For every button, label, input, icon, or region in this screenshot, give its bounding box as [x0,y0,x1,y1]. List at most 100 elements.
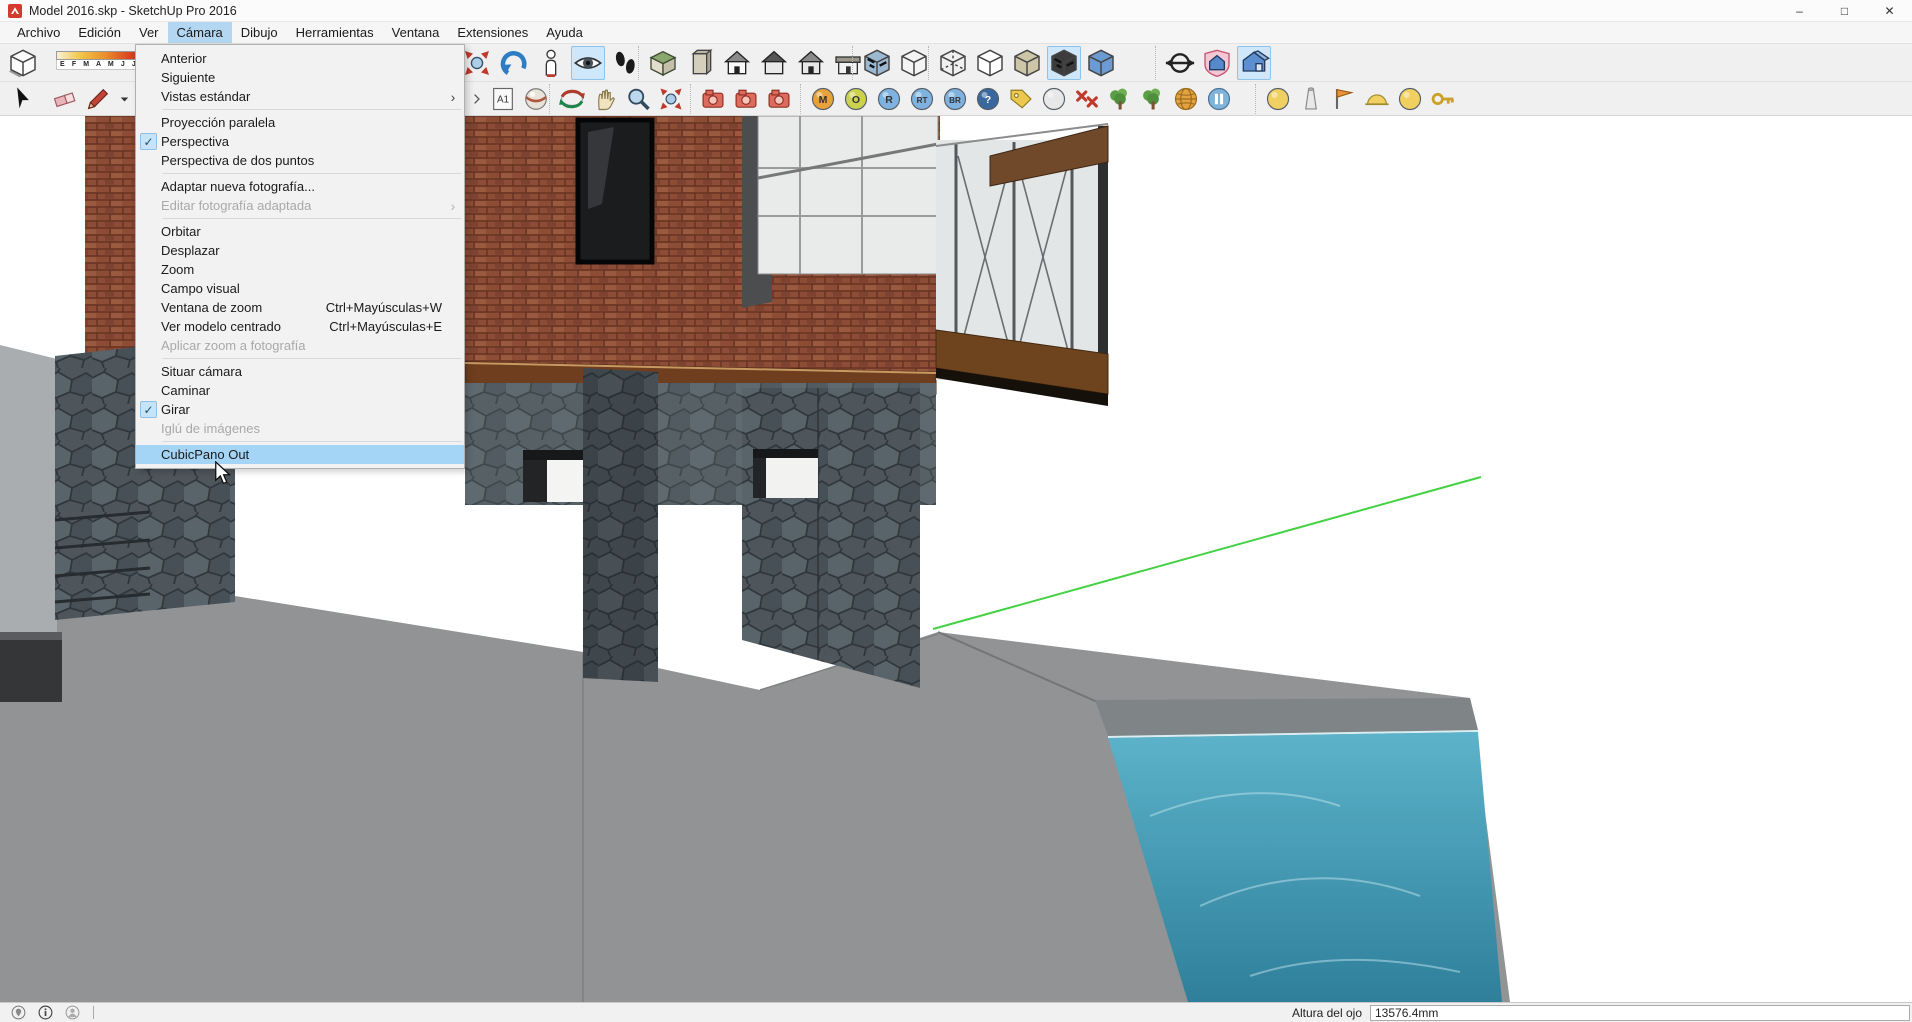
monochrome-style-icon[interactable] [1084,46,1118,80]
menu-item-situar-cámara[interactable]: Situar cámara [136,362,464,381]
zoom-extents-icon[interactable] [460,46,494,80]
shadow-dialog-icon[interactable] [6,46,40,80]
animation-export-icon[interactable] [764,84,794,114]
vray-sphere-light-icon[interactable] [1395,84,1425,114]
menubar-item-herramientas[interactable]: Herramientas [287,22,383,43]
vray-ies-light-icon[interactable] [1428,84,1458,114]
iso-view-icon[interactable] [646,46,680,80]
menu-item-ver-modelo-centrado[interactable]: Ver modelo centrado Ctrl+Mayúsculas+E [136,317,464,336]
vray-omni-light-icon[interactable] [1263,84,1293,114]
vray-help-icon[interactable]: ? [973,84,1003,114]
position-camera-icon[interactable] [534,46,568,80]
vray-proxy-icon[interactable] [1105,84,1135,114]
walk-icon[interactable] [608,46,642,80]
vray-material-editor-icon[interactable]: M [808,84,838,114]
right-view-icon[interactable] [794,46,828,80]
vray-fur-icon[interactable] [1138,84,1168,114]
menubar-item-cámara[interactable]: Cámara [167,22,232,43]
vray-clear-icon[interactable] [1072,84,1102,114]
menu-item-perspectiva-de-dos-puntos[interactable]: Perspectiva de dos puntos [136,151,464,170]
menu-item-aplicar-zoom-a-fotografía[interactable]: Aplicar zoom a fotografía [136,336,464,355]
menu-item-vistas-estándar[interactable]: Vistas estándar › [136,87,464,106]
menubar-item-ventana[interactable]: Ventana [383,22,449,43]
look-around-compass-icon[interactable] [1163,46,1197,80]
shaded-textures-style-icon[interactable] [1047,46,1081,80]
image-igloo-icon[interactable] [1237,46,1271,80]
toolbar2-group-6 [1255,84,1458,114]
photo-export-icon[interactable] [698,84,728,114]
credits-icon[interactable] [37,1004,54,1021]
wireframe-style-icon[interactable] [936,46,970,80]
menubar-item-extensiones[interactable]: Extensiones [448,22,537,43]
pan-tool-icon[interactable] [590,84,620,114]
xray-mode-icon[interactable] [860,46,894,80]
menu-item-campo-visual[interactable]: Campo visual [136,279,464,298]
menu-item-label: Ver modelo centrado [161,319,281,334]
shaded-style-icon[interactable] [1010,46,1044,80]
eye-height-input[interactable]: 13576.4mm [1370,1004,1910,1021]
vray-sun-icon[interactable] [1171,84,1201,114]
menu-item-siguiente[interactable]: Siguiente [136,68,464,87]
hidden-line-style-icon[interactable] [973,46,1007,80]
zoom-extents-tool-icon[interactable] [656,84,686,114]
menu-item-proyección-paralela[interactable]: Proyección paralela [136,113,464,132]
menu-item-desplazar[interactable]: Desplazar [136,241,464,260]
vray-pause-icon[interactable] [1204,84,1234,114]
menu-item-label: Zoom [161,262,195,277]
vray-batch-render-icon[interactable]: BR [940,84,970,114]
menubar-item-ayuda[interactable]: Ayuda [537,22,592,43]
vray-options-icon[interactable]: O [841,84,871,114]
back-edges-icon[interactable] [897,46,931,80]
toolbar-overflow-icon[interactable] [468,84,485,114]
previous-view-icon[interactable] [497,46,531,80]
layout-export-icon[interactable]: A1 [488,84,518,114]
stone-pier [742,388,920,688]
photo-match-icon[interactable] [1200,46,1234,80]
menu-item-adaptar-nueva-fotografía[interactable]: Adaptar nueva fotografía... [136,177,464,196]
zoom-tool-icon[interactable] [623,84,653,114]
menu-item-anterior[interactable]: Anterior [136,49,464,68]
minimize-button[interactable]: – [1777,0,1822,22]
line-tool-dropdown-icon[interactable] [116,84,133,114]
menubar-item-archivo[interactable]: Archivo [8,22,69,43]
orbit-tool-icon[interactable] [557,84,587,114]
menu-item-perspectiva[interactable]: ✓ Perspectiva [136,132,464,151]
front-view-icon[interactable] [720,46,754,80]
styles-icon[interactable] [521,84,551,114]
look-around-icon[interactable] [571,46,605,80]
render-export-icon[interactable] [731,84,761,114]
vray-dome-light-icon[interactable] [1362,84,1392,114]
menubar-item-dibujo[interactable]: Dibujo [232,22,287,43]
menu-item-caminar[interactable]: Caminar [136,381,464,400]
vray-rect-light-icon[interactable] [1329,84,1359,114]
close-button[interactable]: ✕ [1867,0,1912,22]
menu-item-girar[interactable]: ✓ Girar [136,400,464,419]
back-view-icon[interactable] [757,46,791,80]
vray-render-icon[interactable]: R [874,84,904,114]
vray-rt-icon[interactable]: RT [907,84,937,114]
toolbar1-group-2 [638,46,865,80]
menu-item-orbitar[interactable]: Orbitar [136,222,464,241]
menubar-item-ver[interactable]: Ver [130,22,168,43]
select-tool-icon[interactable] [8,84,38,114]
toolbar1-group-1 [452,46,642,80]
menu-item-cubicpano-out[interactable]: CubicPano Out [136,445,464,464]
menu-item-editar-fotografía-adaptada[interactable]: Editar fotografía adaptada › [136,196,464,215]
menu-item-label: Proyección paralela [161,115,276,130]
menu-item-zoom[interactable]: Zoom [136,260,464,279]
top-view-icon[interactable] [683,46,717,80]
geolocation-icon[interactable] [10,1004,27,1021]
menu-item-label: Desplazar [161,243,220,258]
eraser-tool-icon[interactable] [50,84,80,114]
menu-item-label: Aplicar zoom a fotografía [161,338,306,353]
menubar-item-edición[interactable]: Edición [69,22,130,43]
line-tool-icon[interactable] [83,84,113,114]
maximize-button[interactable]: □ [1822,0,1867,22]
menu-item-ventana-de-zoom[interactable]: Ventana de zoom Ctrl+Mayúsculas+W [136,298,464,317]
vray-spot-light-icon[interactable] [1296,84,1326,114]
account-icon[interactable] [64,1004,81,1021]
vray-frame-buffer-icon[interactable] [1006,84,1036,114]
vray-sphere-icon[interactable] [1039,84,1069,114]
svg-text:R: R [885,94,893,106]
menu-item-iglú-de-imágenes[interactable]: Iglú de imágenes [136,419,464,438]
